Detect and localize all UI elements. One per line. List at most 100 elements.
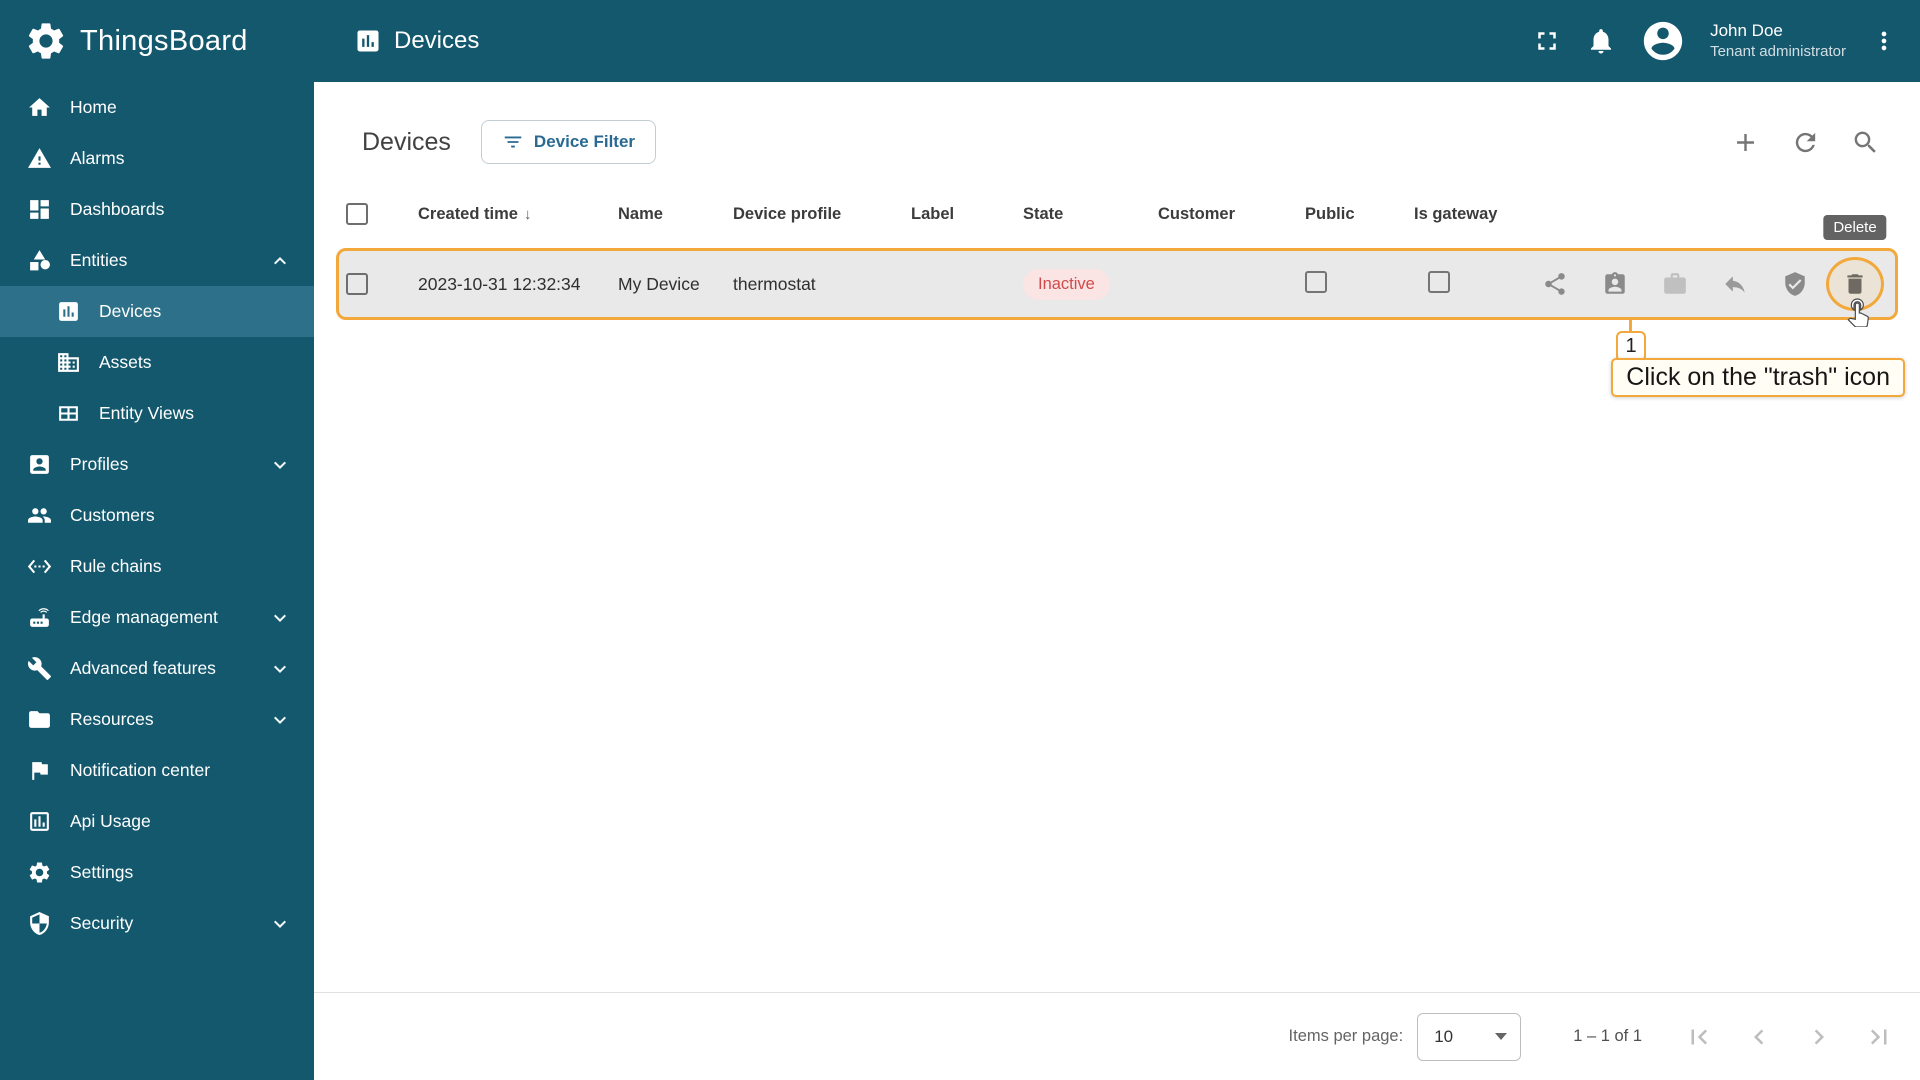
filter-icon <box>502 131 524 153</box>
edge-management-icon <box>27 605 52 630</box>
sidebar-item-security[interactable]: Security <box>0 898 314 949</box>
profiles-icon <box>27 452 52 477</box>
kebab-menu-icon[interactable] <box>1870 27 1898 55</box>
entity-views-icon <box>56 401 81 426</box>
select-all-checkbox[interactable] <box>346 203 368 225</box>
home-icon <box>27 95 52 120</box>
notifications-bell-icon[interactable] <box>1586 26 1616 56</box>
chevron-down-icon <box>268 606 292 630</box>
column-header-name[interactable]: Name <box>618 205 733 224</box>
refresh-icon[interactable] <box>1791 128 1820 157</box>
resources-icon <box>27 707 52 732</box>
search-icon[interactable] <box>1851 128 1880 157</box>
manage-owner-button[interactable] <box>1662 271 1688 297</box>
content-header: Devices Device Filter <box>314 82 1920 186</box>
device-filter-button[interactable]: Device Filter <box>480 120 657 164</box>
sidebar-item-dashboards[interactable]: Dashboards <box>0 184 314 235</box>
page-title: Devices <box>394 27 480 54</box>
table-header-row: Created time ↓ Name Device profile Label… <box>338 186 1896 242</box>
column-header-device-profile[interactable]: Device profile <box>733 205 911 224</box>
previous-page-icon[interactable] <box>1744 1022 1774 1052</box>
add-device-icon[interactable] <box>1731 128 1760 157</box>
last-page-icon[interactable] <box>1864 1022 1894 1052</box>
breadcrumb: Devices <box>354 27 479 55</box>
cursor-pointer-icon <box>1842 295 1874 327</box>
sidebar-item-settings[interactable]: Settings <box>0 847 314 898</box>
thingsboard-logo-icon <box>24 19 68 63</box>
device-table-row[interactable]: 2023-10-31 12:32:34 My Device thermostat… <box>336 215 1898 318</box>
avatar[interactable] <box>1640 18 1686 64</box>
fullscreen-icon[interactable] <box>1532 26 1562 56</box>
cell-name: My Device <box>618 273 700 294</box>
paginator: Items per page: 10 1 – 1 of 1 <box>314 992 1920 1080</box>
sidebar-item-api-usage[interactable]: Api Usage <box>0 796 314 847</box>
sidebar-item-alarms[interactable]: Alarms <box>0 133 314 184</box>
assign-to-customer-button[interactable] <box>1602 271 1628 297</box>
sidebar-item-entities[interactable]: Entities <box>0 235 314 286</box>
sidebar: ThingsBoard Home Alarms Dashboards Entit… <box>0 0 314 1080</box>
chevron-down-icon <box>268 453 292 477</box>
reply-arrow-icon <box>1722 271 1748 297</box>
user-role: Tenant administrator <box>1710 43 1846 61</box>
shield-icon <box>1782 271 1808 297</box>
is-gateway-checkbox[interactable] <box>1428 270 1450 293</box>
sidebar-item-home[interactable]: Home <box>0 82 314 133</box>
first-page-icon[interactable] <box>1684 1022 1714 1052</box>
sidebar-item-assets[interactable]: Assets <box>0 337 314 388</box>
advanced-features-icon <box>27 656 52 681</box>
sidebar-item-rule-chains[interactable]: Rule chains <box>0 541 314 592</box>
next-page-icon[interactable] <box>1804 1022 1834 1052</box>
items-per-page-label: Items per page: <box>1288 1027 1404 1045</box>
rule-chains-icon <box>27 554 52 579</box>
chevron-down-icon <box>268 708 292 732</box>
thingsboard-app: ThingsBoard Home Alarms Dashboards Entit… <box>0 0 1920 1080</box>
manage-credentials-button[interactable] <box>1782 271 1808 297</box>
unassign-button[interactable] <box>1722 271 1748 297</box>
public-checkbox[interactable] <box>1305 270 1327 293</box>
delete-device-button[interactable]: Delete <box>1823 215 1887 297</box>
sidebar-item-notification-center[interactable]: Notification center <box>0 745 314 796</box>
logo[interactable]: ThingsBoard <box>0 0 314 82</box>
sidebar-item-edge-management[interactable]: Edge management <box>0 592 314 643</box>
page-heading: Devices <box>362 127 451 156</box>
share-icon <box>1542 271 1568 297</box>
sidebar-item-customers[interactable]: Customers <box>0 490 314 541</box>
items-per-page-select[interactable]: 10 <box>1417 1012 1522 1061</box>
column-header-public[interactable]: Public <box>1305 205 1414 224</box>
make-public-button[interactable] <box>1542 271 1568 297</box>
cell-created-time: 2023-10-31 12:32:34 <box>418 273 581 294</box>
briefcase-icon <box>1662 271 1688 297</box>
chevron-up-icon <box>268 249 292 273</box>
user-menu[interactable]: John Doe Tenant administrator <box>1710 20 1846 62</box>
notification-center-icon <box>27 758 52 783</box>
row-checkbox[interactable] <box>346 273 368 295</box>
sidebar-item-advanced-features[interactable]: Advanced features <box>0 643 314 694</box>
dashboards-icon <box>27 197 52 222</box>
customers-icon <box>27 503 52 528</box>
entities-icon <box>27 248 52 273</box>
user-name: John Doe <box>1710 21 1783 41</box>
column-header-state[interactable]: State <box>1023 205 1158 224</box>
status-badge: Inactive <box>1023 268 1110 300</box>
row-actions: Delete <box>1534 215 1896 297</box>
sidebar-item-devices[interactable]: Devices <box>0 286 314 337</box>
sort-desc-arrow-icon: ↓ <box>523 205 532 223</box>
cell-state: Inactive <box>1023 268 1158 300</box>
security-icon <box>27 911 52 936</box>
sidebar-item-entity-views[interactable]: Entity Views <box>0 388 314 439</box>
column-header-label[interactable]: Label <box>911 205 1023 224</box>
sidebar-item-profiles[interactable]: Profiles <box>0 439 314 490</box>
select-caret-icon <box>1495 1033 1508 1040</box>
column-header-is-gateway[interactable]: Is gateway <box>1414 205 1534 224</box>
main-area: Devices John Doe Tenant administrator De… <box>314 0 1920 1080</box>
logo-text: ThingsBoard <box>80 24 248 57</box>
table-toolbar <box>1731 128 1894 157</box>
devices-page: Devices Device Filter Created time ↓ Nam… <box>314 82 1920 1080</box>
sidebar-item-resources[interactable]: Resources <box>0 694 314 745</box>
alarm-warning-icon <box>27 146 52 171</box>
topbar: Devices John Doe Tenant administrator <box>314 0 1920 82</box>
column-header-customer[interactable]: Customer <box>1158 205 1305 224</box>
delete-tooltip: Delete <box>1823 215 1887 240</box>
column-header-created-time[interactable]: Created time ↓ <box>418 205 618 224</box>
settings-icon <box>27 860 52 885</box>
